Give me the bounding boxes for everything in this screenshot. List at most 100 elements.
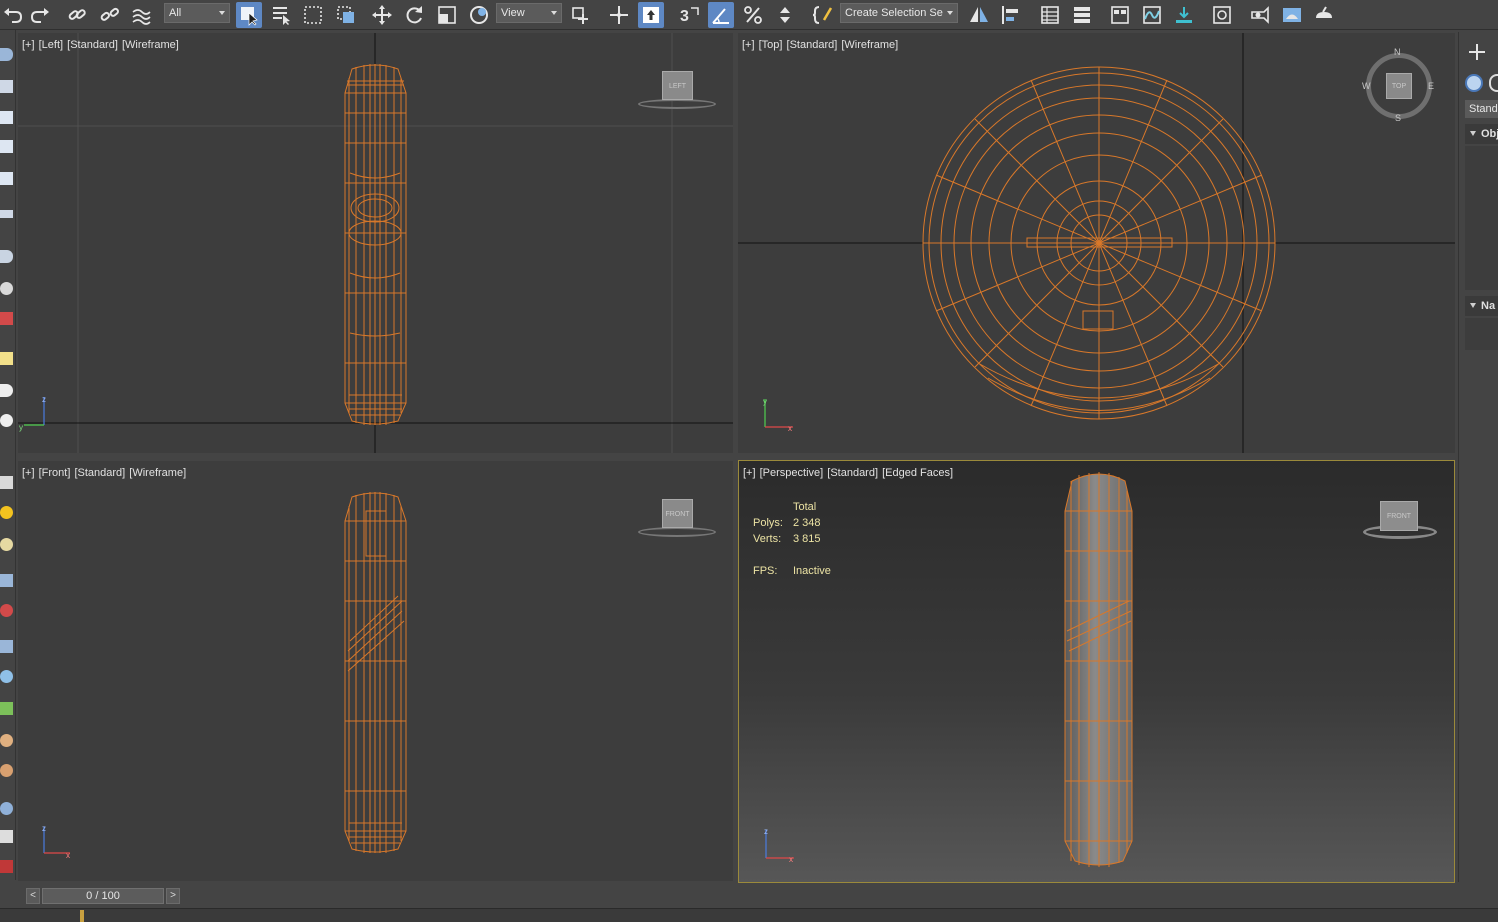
viewport-front[interactable]: z x [+] [Front] [Standard] [Wireframe] F…	[18, 461, 733, 881]
keyboard-shortcut-override-icon[interactable]	[638, 2, 664, 28]
mirror-icon[interactable]	[966, 2, 992, 28]
sphere-tool-icon[interactable]	[0, 414, 13, 427]
list-tool-icon[interactable]	[0, 111, 13, 124]
list-tool-icon[interactable]	[0, 172, 13, 185]
pin-tool-icon[interactable]	[0, 604, 13, 617]
note-tool-icon[interactable]	[0, 352, 13, 365]
brush-tool-icon[interactable]	[0, 640, 13, 653]
bar-tool-icon[interactable]	[0, 210, 13, 218]
object-type-rollout[interactable]: Obj	[1465, 124, 1498, 144]
view-cube[interactable]: FRONT	[1363, 499, 1439, 543]
redo-icon[interactable]	[27, 2, 53, 28]
list-tool-icon[interactable]	[0, 140, 13, 153]
view-cube[interactable]: FRONT	[638, 499, 718, 539]
object-type-dropdown[interactable]: Standa	[1465, 100, 1498, 118]
select-object-icon[interactable]	[236, 2, 262, 28]
viewport-shading-standard[interactable]: [Standard]	[827, 467, 878, 479]
shapes-icon[interactable]	[1489, 74, 1498, 92]
snaps-toggle-icon[interactable]: 3	[676, 2, 702, 28]
time-slider[interactable]: 0 / 100	[42, 888, 164, 904]
light-tool-icon[interactable]	[0, 506, 13, 519]
viewport-pov[interactable]: [Left]	[39, 39, 63, 51]
name-color-rollout[interactable]: Na	[1465, 296, 1498, 316]
viewport-menu[interactable]: [+]	[22, 467, 35, 479]
viewport-shading-standard[interactable]: [Standard]	[787, 39, 838, 51]
track-bar[interactable]	[0, 908, 1498, 922]
shell-tool-icon[interactable]	[0, 764, 13, 777]
schematic-view-icon[interactable]	[1171, 2, 1197, 28]
placement-icon[interactable]	[466, 2, 492, 28]
list-tool-icon[interactable]	[0, 830, 13, 843]
viewport-pov[interactable]: [Perspective]	[760, 467, 824, 479]
select-by-name-icon[interactable]	[268, 2, 294, 28]
viewport-label[interactable]: [+] [Perspective] [Standard] [Edged Face…	[743, 467, 954, 479]
viewport-menu[interactable]: [+]	[22, 39, 35, 51]
rotate-icon[interactable]	[401, 2, 427, 28]
select-manipulate-icon[interactable]	[606, 2, 632, 28]
viewport-left[interactable]: z y [+] [Left] [Standard] [Wireframe] LE…	[18, 33, 733, 453]
undo-icon[interactable]	[0, 2, 26, 28]
edit-named-selection-icon[interactable]	[810, 2, 836, 28]
layer-explorer-icon[interactable]	[1069, 2, 1095, 28]
view-cube[interactable]: TOP N S E W	[1362, 47, 1434, 123]
circle-tool-icon[interactable]	[0, 282, 13, 295]
cone-tool-icon[interactable]	[0, 476, 13, 489]
angle-snap-icon[interactable]	[708, 2, 734, 28]
viewport-display-mode[interactable]: [Edged Faces]	[882, 467, 953, 479]
time-marker[interactable]	[80, 910, 84, 922]
rect-selection-icon[interactable]	[300, 2, 326, 28]
pivot-center-icon[interactable]	[568, 2, 594, 28]
reference-coord-select[interactable]: View	[496, 3, 562, 23]
sphere-tool-icon[interactable]	[0, 802, 13, 815]
create-tool-icon[interactable]	[0, 48, 13, 61]
viewport-label[interactable]: [+] [Top] [Standard] [Wireframe]	[742, 39, 899, 51]
align-icon[interactable]	[998, 2, 1024, 28]
viewport-menu[interactable]: [+]	[743, 467, 756, 479]
gear-tool-icon[interactable]	[0, 670, 13, 683]
viewport-label[interactable]: [+] [Front] [Standard] [Wireframe]	[22, 467, 187, 479]
previous-frame-button[interactable]: <	[26, 888, 40, 904]
geometry-icon[interactable]	[1465, 74, 1483, 92]
grass-tool-icon[interactable]	[0, 702, 13, 715]
viewport-perspective[interactable]: z x [+] [Perspective] [Standard] [Edged …	[738, 460, 1455, 883]
view-cube[interactable]: LEFT	[638, 71, 718, 111]
shell-tool-icon[interactable]	[0, 734, 13, 747]
create-tab-icon[interactable]	[1467, 42, 1487, 62]
next-frame-button[interactable]: >	[166, 888, 180, 904]
unlink-icon[interactable]	[96, 2, 122, 28]
render-setup-icon[interactable]	[1247, 2, 1273, 28]
red-tool-icon[interactable]	[0, 312, 13, 325]
view-cube-face[interactable]: FRONT	[1380, 501, 1418, 531]
percent-snap-icon[interactable]	[740, 2, 766, 28]
viewport-label[interactable]: [+] [Left] [Standard] [Wireframe]	[22, 39, 180, 51]
viewport-pov[interactable]: [Front]	[39, 467, 71, 479]
modify-tool-icon[interactable]	[0, 80, 13, 93]
view-cube-face[interactable]: LEFT	[662, 71, 693, 100]
material-editor-icon[interactable]	[1209, 2, 1235, 28]
named-selection-set-select[interactable]: Create Selection Se	[840, 3, 958, 23]
viewport-display-mode[interactable]: [Wireframe]	[841, 39, 898, 51]
viewport-menu[interactable]: [+]	[742, 39, 755, 51]
sphere-tool-icon[interactable]	[0, 538, 13, 551]
viewport-shading-standard[interactable]: [Standard]	[67, 39, 118, 51]
viewport-top[interactable]: y x [+] [Top] [Standard] [Wireframe] TOP…	[738, 33, 1455, 453]
viewport-shading-standard[interactable]: [Standard]	[74, 467, 125, 479]
view-cube-face[interactable]: TOP	[1386, 73, 1412, 99]
red-tool-icon[interactable]	[0, 860, 13, 873]
viewport-display-mode[interactable]: [Wireframe]	[129, 467, 186, 479]
curve-editor-icon[interactable]	[1139, 2, 1165, 28]
ribbon-toggle-icon[interactable]	[1107, 2, 1133, 28]
move-icon[interactable]	[369, 2, 395, 28]
viewport-pov[interactable]: [Top]	[759, 39, 783, 51]
viewport-display-mode[interactable]: [Wireframe]	[122, 39, 179, 51]
window-crossing-icon[interactable]	[333, 2, 359, 28]
grid-tool-icon[interactable]	[0, 574, 13, 587]
rendered-frame-window-icon[interactable]	[1279, 2, 1305, 28]
view-cube-face[interactable]: FRONT	[662, 499, 693, 528]
link-icon[interactable]	[64, 2, 90, 28]
shape-tool-icon[interactable]	[0, 384, 13, 397]
spinner-snap-icon[interactable]	[772, 2, 798, 28]
selection-filter-select[interactable]: All	[164, 3, 230, 23]
sphere-tool-icon[interactable]	[0, 250, 13, 263]
scene-explorer-icon[interactable]	[1037, 2, 1063, 28]
